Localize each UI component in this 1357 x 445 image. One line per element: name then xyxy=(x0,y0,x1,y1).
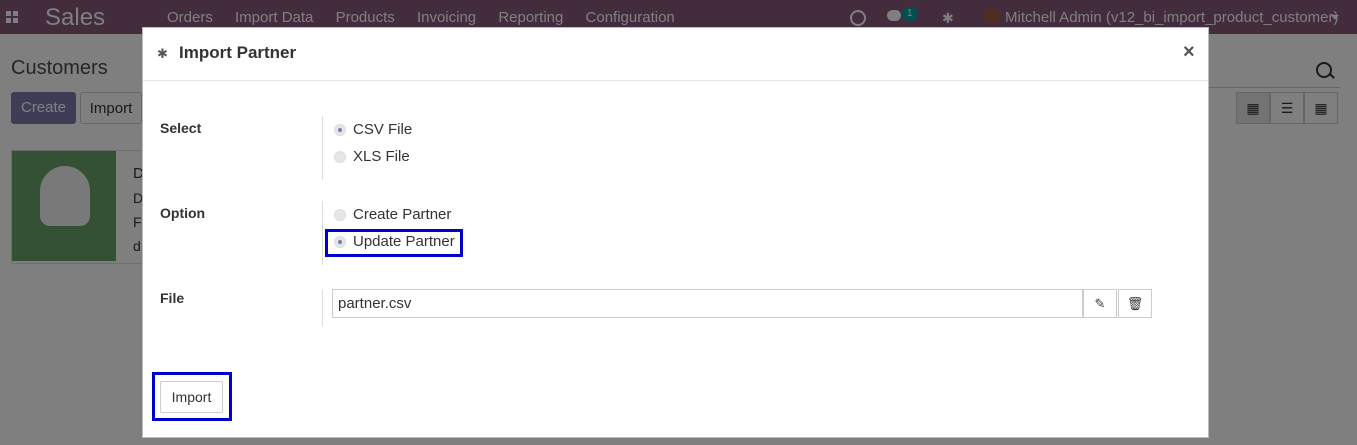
import-partner-dialog: ✱ Import Partner × Select CSV File XLS F… xyxy=(142,27,1209,438)
radio-create-partner[interactable]: Create Partner xyxy=(334,201,455,228)
close-icon[interactable]: × xyxy=(1183,41,1195,64)
file-type-radio-group: CSV File XLS File xyxy=(322,116,412,180)
trash-icon[interactable]: 🗑 xyxy=(1118,289,1152,318)
file-label: File xyxy=(160,290,185,306)
edit-pencil-icon[interactable]: ✎ xyxy=(1083,289,1117,318)
radio-xls-file[interactable]: XLS File xyxy=(334,143,412,170)
radio-icon[interactable] xyxy=(334,208,346,221)
radio-icon[interactable] xyxy=(334,123,346,136)
modal-title: Import Partner xyxy=(179,43,297,62)
file-input[interactable]: partner.csv xyxy=(332,289,1083,318)
modal-header: ✱ Import Partner × xyxy=(143,28,1208,81)
debug-bug-icon: ✱ xyxy=(157,46,168,61)
update-partner-highlight xyxy=(325,229,463,257)
radio-csv-file[interactable]: CSV File xyxy=(334,116,412,143)
import-button-highlight xyxy=(152,372,232,421)
file-field-divider xyxy=(322,290,323,326)
radio-icon[interactable] xyxy=(334,150,346,163)
select-label: Select xyxy=(160,120,202,136)
option-label: Option xyxy=(160,205,206,221)
